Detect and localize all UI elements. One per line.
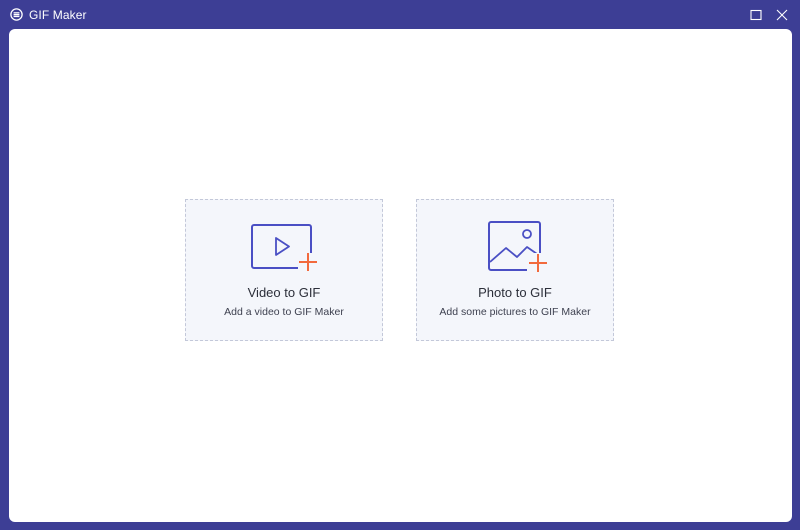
video-to-gif-title: Video to GIF — [247, 285, 321, 300]
title-bar[interactable]: GIF Maker — [0, 0, 800, 29]
photo-to-gif-card[interactable]: Photo to GIF Add some pictures to GIF Ma… — [416, 199, 614, 341]
close-button[interactable] — [770, 3, 794, 27]
main-content: Video to GIF Add a video to GIF Maker Ph… — [9, 29, 792, 522]
window-controls — [744, 0, 800, 29]
gif-logo-icon — [10, 8, 23, 21]
video-to-gif-subtitle: Add a video to GIF Maker — [224, 306, 344, 318]
maximize-icon — [750, 9, 762, 20]
video-add-icon — [251, 224, 318, 271]
window-title: GIF Maker — [29, 7, 87, 22]
photo-add-icon — [488, 221, 549, 273]
photo-to-gif-title: Photo to GIF — [478, 285, 552, 300]
maximize-button[interactable] — [744, 3, 768, 27]
app-window: GIF Maker Video to GIF Add a video to GI… — [0, 0, 800, 530]
photo-to-gif-subtitle: Add some pictures to GIF Maker — [439, 306, 591, 318]
video-to-gif-card[interactable]: Video to GIF Add a video to GIF Maker — [185, 199, 383, 341]
close-icon — [776, 9, 788, 20]
